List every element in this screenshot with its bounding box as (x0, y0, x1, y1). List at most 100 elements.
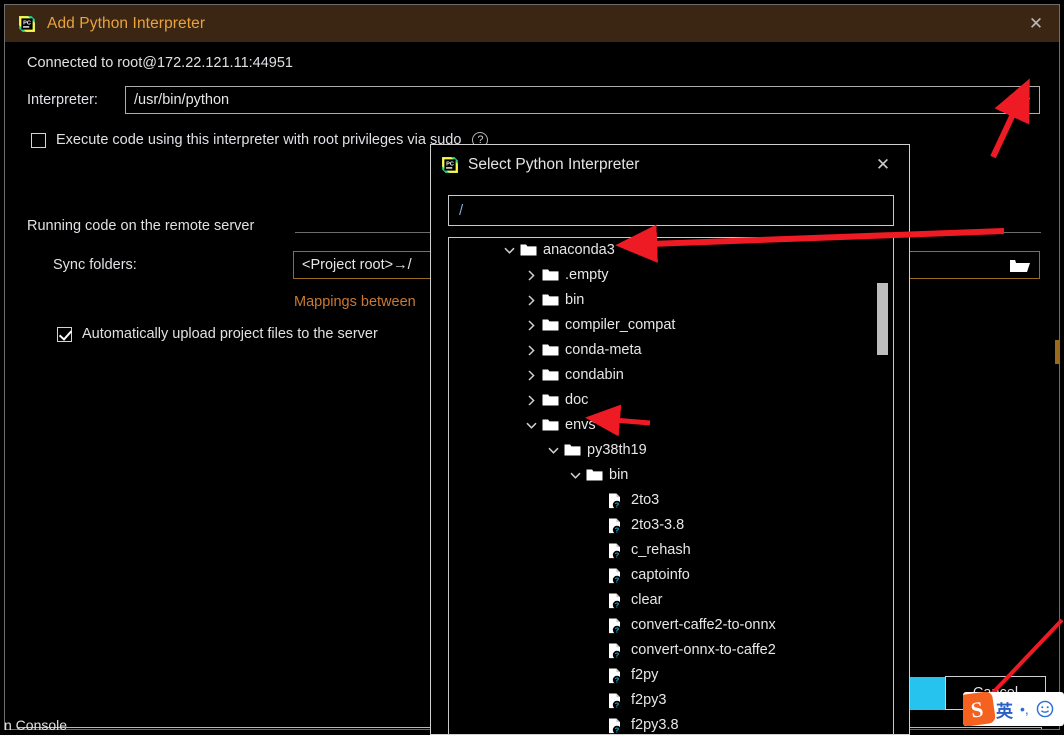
python-file-icon: ? (608, 493, 625, 509)
interpreter-value: /usr/bin/python (134, 92, 230, 108)
tree-node-captoinfo[interactable]: ? captoinfo (449, 563, 893, 588)
sogou-ime-bar[interactable]: S 英 •, (963, 692, 1064, 726)
ok-button[interactable] (904, 677, 946, 710)
tree-node-convert-caffe2-to-onnx[interactable]: ? convert-caffe2-to-onnx (449, 613, 893, 638)
tree-node-2to3[interactable]: ? 2to3 (449, 488, 893, 513)
python-file-icon: ? (608, 543, 625, 559)
tree-node-label: conda-meta (565, 342, 642, 359)
tree-node-label: 2to3 (631, 492, 660, 509)
window-title: Add Python Interpreter (47, 14, 206, 32)
tree-node-doc[interactable]: doc (449, 388, 893, 413)
chevron-right-icon[interactable] (523, 293, 539, 309)
ime-punctuation-toggle[interactable]: •, (1020, 701, 1029, 717)
sogou-logo-icon[interactable]: S (963, 692, 998, 726)
close-icon[interactable]: ✕ (865, 145, 901, 185)
tree-node-clear[interactable]: ? clear (449, 588, 893, 613)
tree-node-label: compiler_compat (565, 317, 676, 334)
screen-root: PC Add Python Interpreter ✕ Connected to… (0, 0, 1064, 735)
tree-node--empty[interactable]: .empty (449, 263, 893, 288)
dialog-title: Select Python Interpreter (468, 156, 640, 173)
folder-icon (542, 418, 559, 433)
chevron-right-icon[interactable] (523, 393, 539, 409)
select-python-interpreter-dialog: PC Select Python Interpreter ✕ / anacond… (430, 144, 910, 735)
tree-node-compiler-compat[interactable]: compiler_compat (449, 313, 893, 338)
python-file-icon: ? (608, 618, 625, 634)
folder-icon (542, 343, 559, 358)
path-input[interactable]: / (448, 195, 894, 226)
tree-node-label: anaconda3 (543, 242, 615, 259)
tree-node-label: captoinfo (631, 567, 690, 584)
svg-text:?: ? (615, 501, 620, 509)
tree-node-anaconda3[interactable]: anaconda3 (449, 238, 893, 263)
folder-icon (542, 368, 559, 383)
tree-node-label: 2to3-3.8 (631, 517, 685, 534)
sudo-checkbox-row[interactable]: Execute code using this interpreter with… (31, 132, 489, 148)
python-file-icon: ? (608, 593, 625, 609)
tree-node-c-rehash[interactable]: ? c_rehash (449, 538, 893, 563)
sudo-checkbox-label: Execute code using this interpreter with… (56, 132, 462, 148)
smiley-icon[interactable] (1036, 700, 1054, 718)
python-file-icon: ? (608, 718, 625, 734)
sync-folders-browse-button[interactable] (1001, 252, 1039, 278)
tree-node-label: convert-caffe2-to-onnx (631, 617, 776, 634)
chevron-down-icon[interactable] (501, 243, 517, 259)
tree-node-f2py3[interactable]: ? f2py3 (449, 688, 893, 713)
folder-icon (542, 268, 559, 283)
auto-upload-checkbox[interactable] (57, 326, 72, 342)
python-file-icon: ? (608, 518, 625, 534)
chevron-right-icon[interactable] (523, 268, 539, 284)
tree-node-py38th19[interactable]: py38th19 (449, 438, 893, 463)
pycharm-icon: PC (441, 156, 459, 174)
file-tree-container: anaconda3 .empty bin compiler_compat conda-m… (448, 237, 894, 734)
python-file-icon: ? (608, 568, 625, 584)
edge-accent-orange (1055, 340, 1059, 364)
python-file-icon: ? (608, 693, 625, 709)
tree-scrollbar-track[interactable] (877, 238, 891, 734)
tree-node-bin[interactable]: bin (449, 288, 893, 313)
section-title-running-code: Running code on the remote server (27, 218, 263, 234)
auto-upload-checkbox-row[interactable]: Automatically upload project files to th… (57, 326, 378, 342)
svg-text:?: ? (615, 701, 620, 709)
tree-node-conda-meta[interactable]: conda-meta (449, 338, 893, 363)
close-icon[interactable]: ✕ (1013, 5, 1059, 42)
svg-text:?: ? (615, 676, 620, 684)
tree-node-label: condabin (565, 367, 624, 384)
tree-node-envs[interactable]: envs (449, 413, 893, 438)
sync-folders-value: <Project root>→/ (302, 257, 412, 273)
python-file-icon: ? (608, 643, 625, 659)
svg-text:?: ? (615, 551, 620, 559)
sync-folders-label: Sync folders: (53, 257, 137, 273)
mappings-note: Mappings between (294, 294, 416, 310)
tree-node-bin[interactable]: bin (449, 463, 893, 488)
tree-node-label: doc (565, 392, 589, 409)
file-tree[interactable]: anaconda3 .empty bin compiler_compat conda-m… (449, 238, 893, 734)
ime-mode-label[interactable]: 英 (996, 697, 1013, 722)
folder-icon (542, 393, 559, 408)
chevron-down-icon[interactable] (523, 418, 539, 434)
tree-node-label: .empty (565, 267, 609, 284)
tree-scrollbar-thumb[interactable] (877, 283, 888, 355)
console-tab-label[interactable]: n Console (4, 717, 67, 733)
chevron-down-icon[interactable] (545, 443, 561, 459)
chevron-right-icon[interactable] (523, 368, 539, 384)
interpreter-browse-button[interactable] (1001, 87, 1039, 113)
tree-node-condabin[interactable]: condabin (449, 363, 893, 388)
tree-node-convert-onnx-to-caffe2[interactable]: ? convert-onnx-to-caffe2 (449, 638, 893, 663)
sudo-checkbox[interactable] (31, 132, 46, 148)
tree-node-f2py3-8[interactable]: ? f2py3.8 (449, 713, 893, 734)
chevron-right-icon[interactable] (523, 318, 539, 334)
tree-node-2to3-3-8[interactable]: ? 2to3-3.8 (449, 513, 893, 538)
tree-node-f2py[interactable]: ? f2py (449, 663, 893, 688)
folder-icon (542, 318, 559, 333)
chevron-down-icon[interactable] (567, 468, 583, 484)
chevron-right-icon[interactable] (523, 343, 539, 359)
interpreter-input[interactable]: /usr/bin/python (125, 86, 1040, 114)
auto-upload-label: Automatically upload project files to th… (82, 326, 378, 342)
